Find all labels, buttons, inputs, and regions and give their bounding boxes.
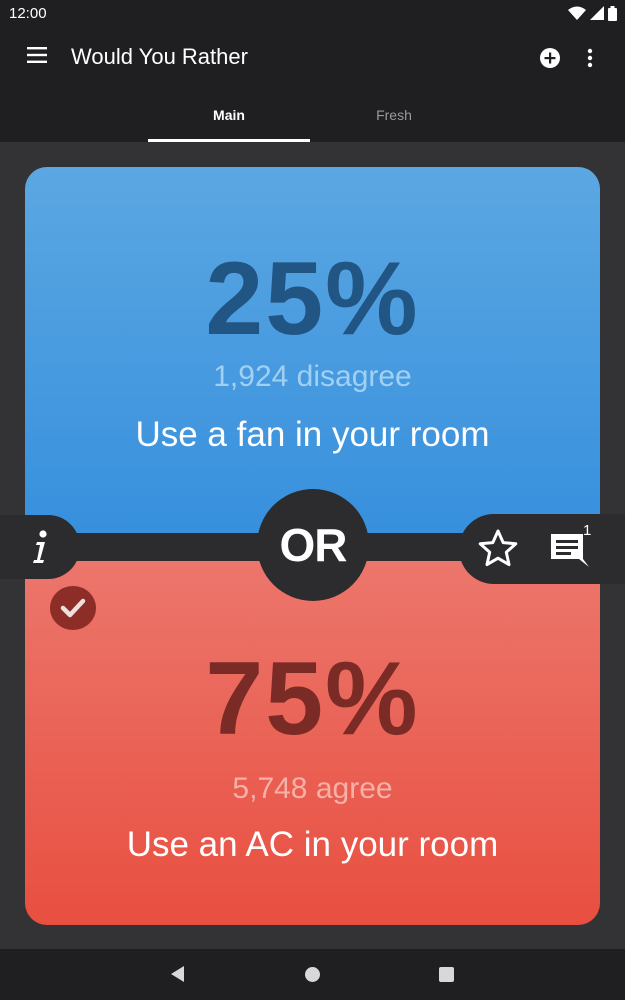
- option-b-count: 5,748 agree: [232, 772, 393, 805]
- option-a-count: 1,924 disagree: [213, 360, 412, 393]
- tab-bar: Main Fresh: [0, 88, 625, 142]
- check-icon: [60, 598, 86, 618]
- battery-icon: [608, 5, 617, 21]
- star-icon[interactable]: [478, 529, 518, 567]
- tab-indicator: [148, 139, 310, 142]
- system-nav-bar: [0, 949, 625, 1000]
- wifi-icon: [568, 6, 586, 20]
- status-time: 12:00: [9, 5, 47, 22]
- app-bar: Would You Rather: [0, 26, 625, 88]
- tab-fresh[interactable]: Fresh: [313, 88, 475, 142]
- app-title: Would You Rather: [71, 44, 248, 69]
- option-a-text: Use a fan in your room: [135, 415, 490, 454]
- menu-icon[interactable]: [27, 47, 47, 63]
- info-button[interactable]: [0, 515, 80, 579]
- option-b-percent: 75%: [205, 641, 420, 757]
- info-icon: [33, 530, 47, 563]
- home-icon[interactable]: [305, 967, 320, 982]
- option-b-text: Use an AC in your room: [126, 825, 499, 864]
- option-a-percent: 25%: [205, 241, 420, 357]
- option-a-card[interactable]: 25% 1,924 disagree Use a fan in your roo…: [25, 167, 600, 535]
- status-icons: [568, 5, 617, 21]
- option-b-card[interactable]: 75% 5,748 agree Use an AC in your room: [25, 560, 600, 925]
- or-label: OR: [279, 519, 348, 571]
- chosen-check-icon: [50, 586, 96, 630]
- recents-icon[interactable]: [439, 967, 454, 982]
- more-vert-icon[interactable]: [579, 47, 601, 69]
- back-icon[interactable]: [170, 966, 186, 982]
- add-circle-icon[interactable]: [539, 47, 561, 69]
- action-pill: 1: [459, 514, 625, 584]
- tab-main[interactable]: Main: [148, 88, 310, 142]
- signal-icon: [590, 6, 604, 20]
- or-circle: OR: [257, 489, 369, 601]
- comment-count: 1: [583, 522, 592, 539]
- status-bar: 12:00: [0, 0, 625, 26]
